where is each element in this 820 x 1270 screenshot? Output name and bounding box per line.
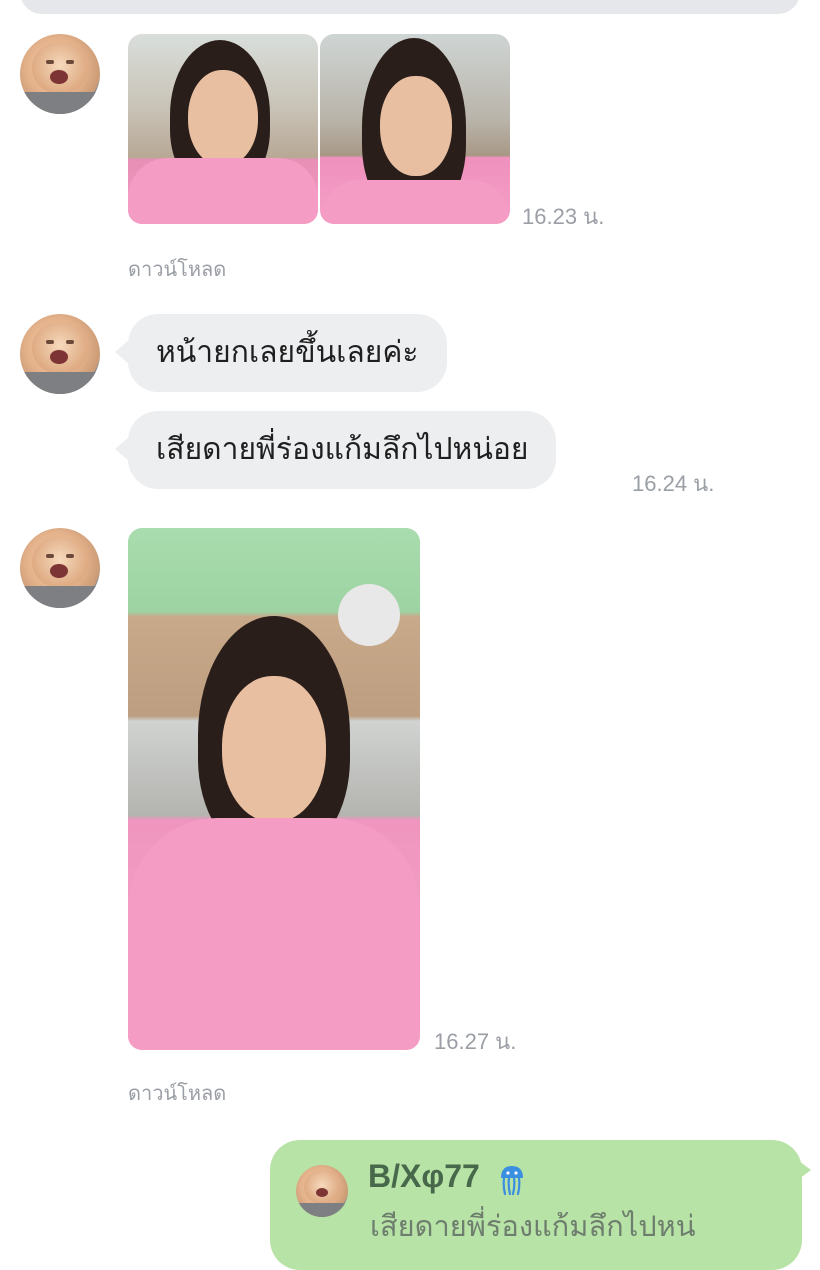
message-timestamp: 16.23 น. (522, 204, 605, 229)
jellyfish-icon (499, 1164, 525, 1196)
quoted-avatar (296, 1165, 348, 1217)
message-bubble[interactable]: เสียดายพี่ร่องแก้มลึกไปหน่อย (128, 411, 557, 489)
message-timestamp: 16.27 น. (434, 1029, 517, 1054)
message-bubble[interactable]: หน้ายกเลยขึ้นเลยค่ะ (128, 314, 447, 392)
quoted-message-text: เสียดายพี่ร่องแก้มลึกไปหน่ (370, 1209, 696, 1243)
bubble-tail (115, 437, 129, 461)
bubble-tail (115, 340, 129, 364)
bubble-tail (795, 1158, 811, 1182)
message-timestamp: 16.24 น. (632, 471, 715, 496)
sender-avatar[interactable] (20, 314, 100, 394)
shared-photo[interactable] (320, 34, 510, 224)
sender-avatar[interactable] (20, 34, 100, 114)
shared-photo[interactable] (128, 528, 420, 1050)
sender-avatar[interactable] (20, 528, 100, 608)
previous-message-bubble (20, 0, 800, 14)
shared-photo[interactable] (128, 34, 318, 224)
download-link[interactable]: ดาวน์โหลด (128, 253, 226, 285)
quoted-sender-name: B/Xφ77 (368, 1158, 480, 1194)
download-link[interactable]: ดาวน์โหลด (128, 1077, 226, 1109)
